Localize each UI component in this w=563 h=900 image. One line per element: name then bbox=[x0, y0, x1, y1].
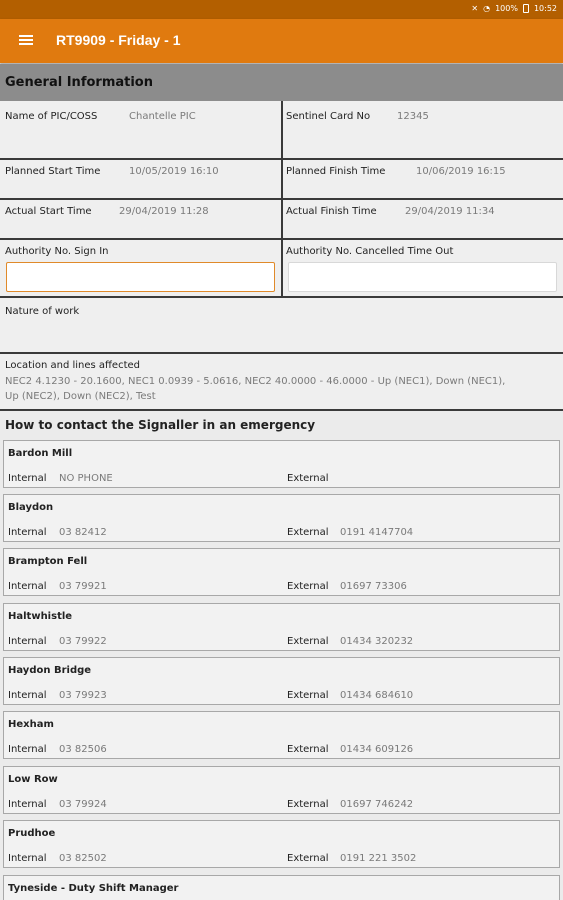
signaller-name: Hexham bbox=[8, 719, 54, 730]
planned-start-value: 10/05/2019 16:10 bbox=[129, 166, 219, 177]
external-phone[interactable]: 0191 221 3502 bbox=[340, 853, 416, 864]
page-title: RT9909 - Friday - 1 bbox=[56, 32, 181, 48]
internal-phone[interactable]: 03 79923 bbox=[59, 690, 107, 701]
internal-label: Internal bbox=[8, 636, 47, 647]
nature-of-work-label: Nature of work bbox=[5, 306, 80, 317]
location-value-continued: Up (NEC2), Down (NEC2), Test bbox=[5, 391, 156, 402]
sentinel-label: Sentinel Card No bbox=[286, 111, 371, 122]
external-phone[interactable]: 01434 609126 bbox=[340, 744, 413, 755]
actual-start-cell: Actual Start Time 29/04/2019 11:28 bbox=[0, 200, 281, 238]
external-phone[interactable]: 01434 684610 bbox=[340, 690, 413, 701]
location-value: NEC2 4.1230 - 20.1600, NEC1 0.0939 - 5.0… bbox=[5, 376, 506, 387]
external-label: External bbox=[287, 744, 329, 755]
auth-sign-in-cell: Authority No. Sign In bbox=[0, 240, 281, 296]
external-label: External bbox=[287, 799, 329, 810]
external-phone[interactable]: 01697 746242 bbox=[340, 799, 413, 810]
planned-finish-value: 10/06/2019 16:15 bbox=[416, 166, 506, 177]
signaller-card: Hexham Internal 03 82506 External 01434 … bbox=[3, 711, 560, 759]
signaller-name: Prudhoe bbox=[8, 828, 56, 839]
actual-start-value: 29/04/2019 11:28 bbox=[119, 206, 209, 217]
external-phone[interactable]: 0191 4147704 bbox=[340, 527, 413, 538]
internal-phone[interactable]: 03 79924 bbox=[59, 799, 107, 810]
internal-label: Internal bbox=[8, 581, 47, 592]
external-label: External bbox=[287, 636, 329, 647]
internal-phone[interactable]: 03 79922 bbox=[59, 636, 107, 647]
section-title: General Information bbox=[5, 75, 153, 90]
signaller-card: Low Row Internal 03 79924 External 01697… bbox=[3, 766, 560, 814]
internal-phone[interactable]: 03 82506 bbox=[59, 744, 107, 755]
auth-sign-in-input[interactable] bbox=[6, 262, 275, 292]
signaller-name: Bardon Mill bbox=[8, 448, 73, 459]
clock: 10:52 bbox=[533, 4, 557, 13]
nature-of-work-cell: Nature of work bbox=[0, 298, 563, 352]
internal-phone[interactable]: 03 82502 bbox=[59, 853, 107, 864]
location-label: Location and lines affected bbox=[5, 360, 140, 371]
pic-cell: Name of PIC/COSS Chantelle PIC bbox=[0, 101, 281, 158]
external-label: External bbox=[287, 527, 329, 538]
signaller-name: Brampton Fell bbox=[8, 556, 88, 567]
signaller-name: Low Row bbox=[8, 774, 58, 785]
sentinel-cell: Sentinel Card No 12345 bbox=[283, 101, 563, 158]
general-information-header: General Information bbox=[0, 64, 563, 101]
external-label: External bbox=[287, 473, 329, 484]
signaller-card: Brampton Fell Internal 03 79921 External… bbox=[3, 548, 560, 596]
signaller-card: Bardon Mill Internal NO PHONE External bbox=[3, 440, 560, 488]
auth-cancel-label: Authority No. Cancelled Time Out bbox=[286, 246, 454, 257]
sentinel-value: 12345 bbox=[397, 111, 429, 122]
status-bar: ✕ ◔ 100% 10:52 bbox=[0, 0, 563, 19]
internal-label: Internal bbox=[8, 799, 47, 810]
external-label: External bbox=[287, 581, 329, 592]
internal-phone[interactable]: NO PHONE bbox=[59, 473, 113, 484]
external-label: External bbox=[287, 690, 329, 701]
menu-icon[interactable] bbox=[16, 33, 36, 49]
external-phone[interactable]: 01697 73306 bbox=[340, 581, 407, 592]
internal-label: Internal bbox=[8, 690, 47, 701]
external-label: External bbox=[287, 853, 329, 864]
signaller-name: Tyneside - Duty Shift Manager bbox=[8, 883, 179, 894]
auth-cancel-cell: Authority No. Cancelled Time Out bbox=[283, 240, 563, 296]
actual-finish-label: Actual Finish Time bbox=[286, 206, 377, 217]
signaller-card: Blaydon Internal 03 82412 External 0191 … bbox=[3, 494, 560, 542]
app-bar: RT9909 - Friday - 1 bbox=[0, 19, 563, 63]
signaller-name: Haydon Bridge bbox=[8, 665, 92, 676]
signaller-card: Tyneside - Duty Shift Manager bbox=[3, 875, 560, 900]
signaller-card: Haltwhistle Internal 03 79922 External 0… bbox=[3, 603, 560, 651]
actual-start-label: Actual Start Time bbox=[5, 206, 92, 217]
actual-finish-cell: Actual Finish Time 29/04/2019 11:34 bbox=[283, 200, 563, 238]
internal-phone[interactable]: 03 79921 bbox=[59, 581, 107, 592]
internal-label: Internal bbox=[8, 473, 47, 484]
auth-sign-in-label: Authority No. Sign In bbox=[5, 246, 109, 257]
divider bbox=[0, 409, 563, 411]
planned-start-label: Planned Start Time bbox=[5, 166, 101, 177]
planned-finish-cell: Planned Finish Time 10/06/2019 16:15 bbox=[283, 160, 563, 198]
auth-cancel-input[interactable] bbox=[288, 262, 557, 292]
pic-value: Chantelle PIC bbox=[129, 111, 196, 122]
battery-icon bbox=[522, 4, 529, 13]
planned-start-cell: Planned Start Time 10/05/2019 16:10 bbox=[0, 160, 281, 198]
signaller-card: Prudhoe Internal 03 82502 External 0191 … bbox=[3, 820, 560, 868]
internal-label: Internal bbox=[8, 744, 47, 755]
internal-phone[interactable]: 03 82412 bbox=[59, 527, 107, 538]
signaller-card: Haydon Bridge Internal 03 79923 External… bbox=[3, 657, 560, 705]
location-cell: Location and lines affected NEC2 4.1230 … bbox=[0, 354, 563, 409]
battery-label: 100% bbox=[495, 4, 518, 13]
column-divider bbox=[281, 101, 283, 296]
wifi-icon: ◔ bbox=[483, 4, 491, 13]
actual-finish-value: 29/04/2019 11:34 bbox=[405, 206, 495, 217]
emergency-title: How to contact the Signaller in an emerg… bbox=[5, 418, 316, 432]
pic-label: Name of PIC/COSS bbox=[5, 111, 98, 122]
signaller-name: Haltwhistle bbox=[8, 611, 73, 622]
external-phone[interactable]: 01434 320232 bbox=[340, 636, 413, 647]
internal-label: Internal bbox=[8, 853, 47, 864]
signaller-name: Blaydon bbox=[8, 502, 54, 513]
internal-label: Internal bbox=[8, 527, 47, 538]
planned-finish-label: Planned Finish Time bbox=[286, 166, 386, 177]
mute-icon: ✕ bbox=[471, 4, 479, 13]
